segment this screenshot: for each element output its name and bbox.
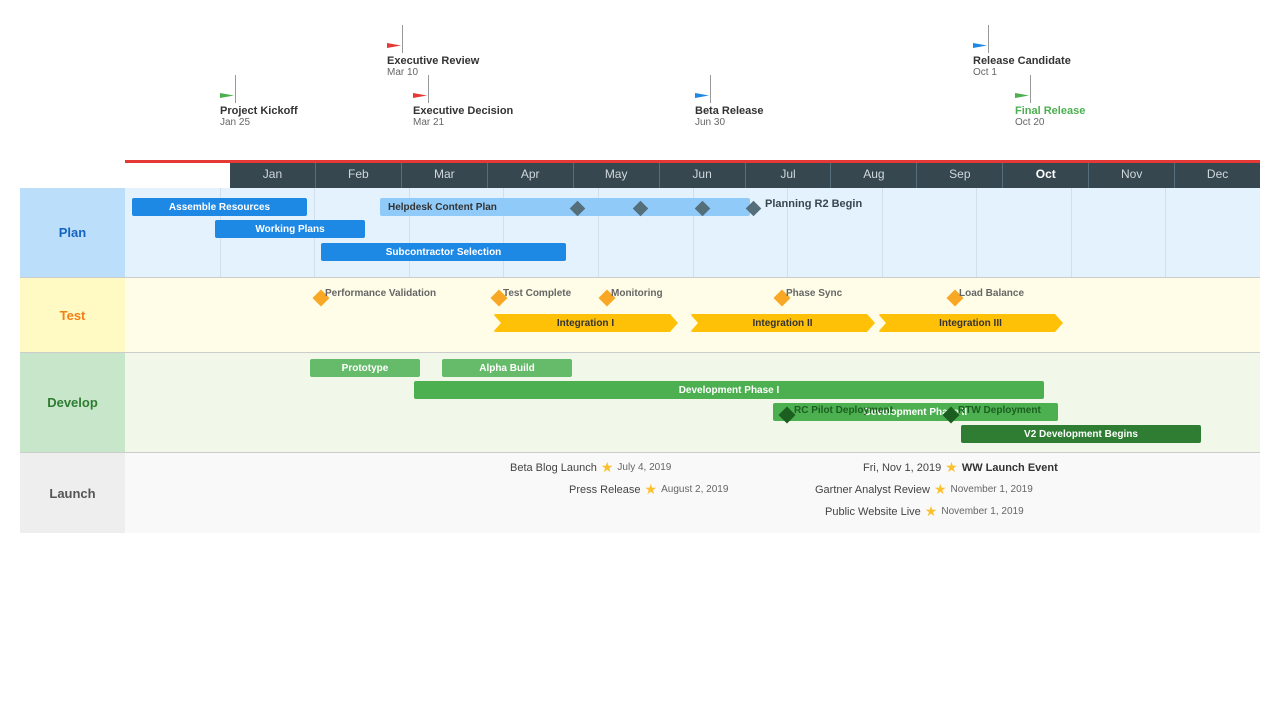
milestone-exec-review: Executive Review Mar 10: [387, 25, 479, 78]
plan-label: Plan: [20, 188, 125, 277]
launch-label: Launch: [20, 453, 125, 533]
press-release-event: Press Release ★ August 2, 2019: [569, 481, 728, 498]
load-balance-label: Load Balance: [959, 288, 1024, 299]
milestone-rc: Release Candidate Oct 1: [973, 25, 1071, 78]
rc-label: Release Candidate: [973, 55, 1071, 67]
milestone-final: Final Release Oct 20: [1015, 75, 1085, 128]
beta-date: Jun 30: [695, 117, 725, 128]
month-sep: Sep: [917, 160, 1003, 188]
public-website-date: November 1, 2019: [941, 506, 1023, 517]
month-aug: Aug: [831, 160, 917, 188]
month-oct: Oct: [1003, 160, 1089, 188]
public-website-label: Public Website Live: [825, 506, 921, 518]
kickoff-date: Jan 25: [220, 117, 250, 128]
star-icon-gartner: ★: [934, 481, 947, 498]
ww-launch-label: WW Launch Event: [962, 462, 1058, 474]
beta-blog-event: Beta Blog Launch ★ July 4, 2019: [510, 459, 671, 476]
plan-lane: Plan Assemble Resources Working Plans: [20, 188, 1260, 278]
launch-lane: Launch Beta Blog Launch ★ July 4, 2019 P…: [20, 453, 1260, 533]
star-icon-beta: ★: [601, 459, 614, 476]
rc-pilot-label: RC Pilot Deployment: [794, 405, 893, 416]
test-lane: Test Performance Validation Test Complet…: [20, 278, 1260, 353]
milestones-area: Project Kickoff Jan 25 Executive Review …: [125, 20, 1260, 160]
milestone-exec-decision: Executive Decision Mar 21: [413, 75, 513, 128]
month-bar: Jan Feb Mar Apr May Jun Jul Aug Sep Oct …: [125, 160, 1260, 188]
bar-dev-phase-1: Development Phase I: [414, 381, 1044, 399]
public-website-event: Public Website Live ★ November 1, 2019: [825, 503, 1024, 520]
rtw-label: RTW Deployment: [958, 405, 1041, 416]
month-nov: Nov: [1089, 160, 1175, 188]
exec-decision-label: Executive Decision: [413, 105, 513, 117]
gartner-date: November 1, 2019: [951, 484, 1033, 495]
month-dec: Dec: [1175, 160, 1260, 188]
bar-v2-dev: V2 Development Begins: [961, 425, 1201, 443]
develop-lane: Develop Prototype Alpha Build Developmen…: [20, 353, 1260, 453]
final-date: Oct 20: [1015, 117, 1044, 128]
bar-integration-3: Integration III: [878, 314, 1063, 332]
milestone-kickoff: Project Kickoff Jan 25: [220, 75, 298, 128]
kickoff-label: Project Kickoff: [220, 105, 298, 117]
milestone-beta: Beta Release Jun 30: [695, 75, 764, 128]
phase-sync-label: Phase Sync: [786, 288, 842, 299]
launch-content: Beta Blog Launch ★ July 4, 2019 Press Re…: [125, 453, 1260, 533]
gartner-event: Gartner Analyst Review ★ November 1, 201…: [815, 481, 1033, 498]
star-icon-press: ★: [645, 481, 658, 498]
month-jan: Jan: [230, 160, 316, 188]
beta-blog-date: July 4, 2019: [617, 462, 671, 473]
bar-integration-2: Integration II: [690, 314, 875, 332]
bar-prototype: Prototype: [310, 359, 420, 377]
beta-blog-label: Beta Blog Launch: [510, 462, 597, 474]
planning-r2-label: Planning R2 Begin: [765, 198, 862, 210]
final-label: Final Release: [1015, 105, 1085, 117]
develop-label: Develop: [20, 353, 125, 452]
month-apr: Apr: [488, 160, 574, 188]
ww-date: Fri, Nov 1, 2019: [863, 462, 941, 474]
bar-alpha: Alpha Build: [442, 359, 572, 377]
exec-review-label: Executive Review: [387, 55, 479, 67]
bar-subcontractor: Subcontractor Selection: [321, 243, 566, 261]
gartner-label: Gartner Analyst Review: [815, 484, 930, 496]
test-label: Test: [20, 278, 125, 352]
plan-content: Assemble Resources Working Plans Subcont…: [125, 188, 1260, 277]
press-release-date: August 2, 2019: [661, 484, 728, 495]
test-complete-label: Test Complete: [503, 288, 571, 299]
monitoring-label: Monitoring: [611, 288, 663, 299]
press-release-label: Press Release: [569, 484, 641, 496]
bar-integration-1: Integration I: [493, 314, 678, 332]
month-jun: Jun: [660, 160, 746, 188]
bar-working-plans: Working Plans: [215, 220, 365, 238]
month-may: May: [574, 160, 660, 188]
month-mar: Mar: [402, 160, 488, 188]
swimlanes: Plan Assemble Resources Working Plans: [20, 188, 1260, 533]
main-container: 2019 Project Kickoff Jan 25 Executive Re…: [0, 0, 1280, 720]
star-icon-website: ★: [925, 503, 938, 520]
exec-decision-date: Mar 21: [413, 117, 444, 128]
bar-assemble: Assemble Resources: [132, 198, 307, 216]
star-icon-ww: ★: [945, 459, 958, 476]
month-feb: Feb: [316, 160, 402, 188]
beta-label: Beta Release: [695, 105, 764, 117]
rc-date: Oct 1: [973, 67, 997, 78]
ww-launch-event: Fri, Nov 1, 2019 ★ WW Launch Event: [863, 459, 1058, 476]
test-content: Performance Validation Test Complete Mon…: [125, 278, 1260, 352]
month-jul: Jul: [746, 160, 832, 188]
perf-label: Performance Validation: [325, 288, 436, 299]
develop-content: Prototype Alpha Build Development Phase …: [125, 353, 1260, 452]
